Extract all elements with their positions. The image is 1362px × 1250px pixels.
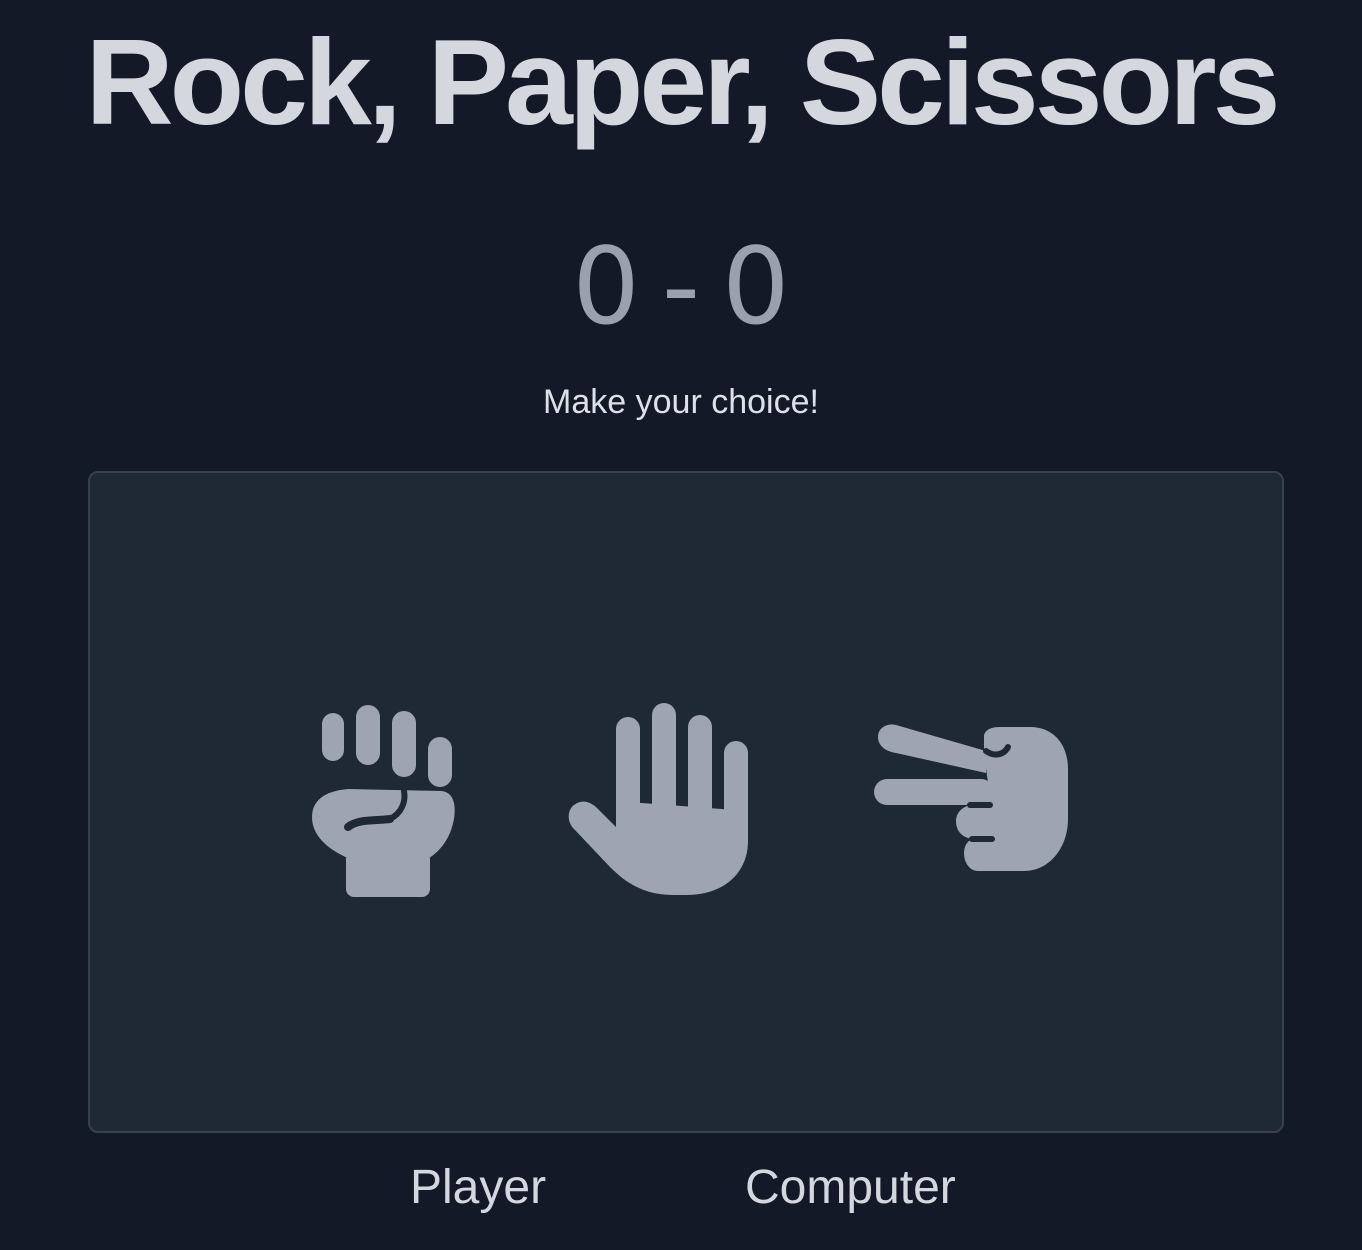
game-page: Rock, Paper, Scissors 0-0 Make your choi… <box>0 0 1362 1250</box>
paper-button[interactable] <box>566 701 756 897</box>
hand-paper-icon <box>568 703 748 895</box>
player-label: Player <box>410 1161 547 1214</box>
scissors-button[interactable] <box>874 723 1070 873</box>
scoreboard: 0-0 <box>0 222 1362 352</box>
game-board <box>88 471 1284 1133</box>
fist-rock-icon <box>312 705 455 897</box>
rock-button[interactable] <box>308 701 458 897</box>
page-title: Rock, Paper, Scissors <box>85 14 1281 150</box>
hand-scissors-icon <box>874 724 1068 871</box>
status-message: Make your choice! <box>543 383 819 421</box>
score-separator: - <box>661 225 701 348</box>
computer-score: 0 <box>722 225 790 348</box>
player-score: 0 <box>572 225 640 348</box>
computer-label: Computer <box>745 1161 956 1214</box>
